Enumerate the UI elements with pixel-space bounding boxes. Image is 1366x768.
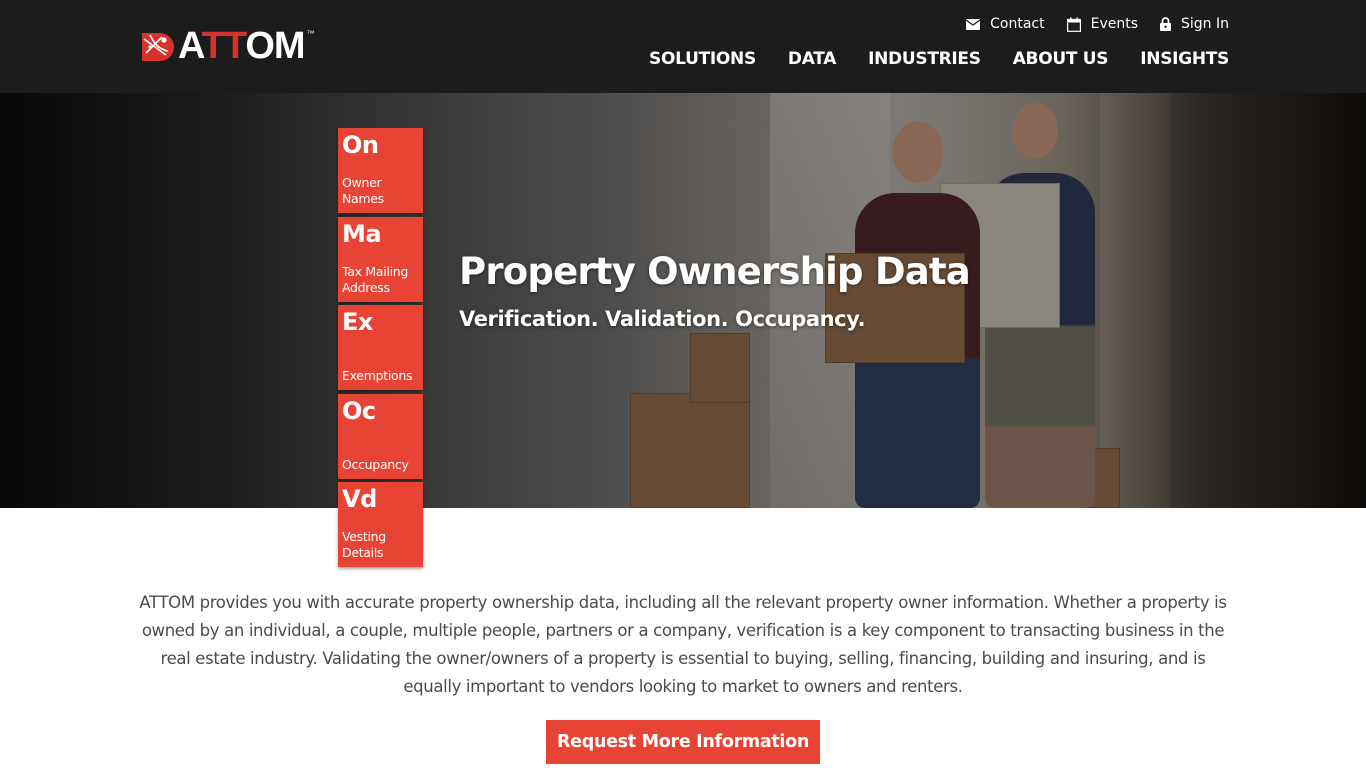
logo-wordmark: ATTOM <box>178 25 306 67</box>
tile-symbol: Vd <box>342 485 377 513</box>
nav-industries[interactable]: INDUSTRIES <box>868 49 981 69</box>
tile-label: Owner Names <box>342 175 384 206</box>
hero-subtitle: Verification. Validation. Occupancy. <box>459 307 866 331</box>
lock-icon <box>1160 17 1171 31</box>
logo-globe-icon <box>142 33 174 61</box>
main-nav: SOLUTIONS DATA INDUSTRIES ABOUT US INSIG… <box>617 49 1229 69</box>
nav-about-us[interactable]: ABOUT US <box>1013 49 1109 69</box>
utility-link-events[interactable]: Events <box>1066 16 1138 32</box>
utility-nav: Contact Events Sign In <box>944 16 1229 32</box>
envelope-icon <box>966 18 981 30</box>
tile-symbol: Ex <box>342 308 373 336</box>
tile-symbol: On <box>342 131 379 159</box>
attom-logo[interactable]: ATTOM ™ <box>140 27 315 65</box>
hero-banner: Property Ownership Data Verification. Va… <box>0 93 1366 508</box>
intro-paragraph: ATTOM provides you with accurate propert… <box>139 593 1227 696</box>
request-more-information-button[interactable]: Request More Information <box>546 720 820 764</box>
utility-link-sign-in[interactable]: Sign In <box>1160 16 1229 32</box>
tile-tax-mailing-address[interactable]: Ma Tax Mailing Address <box>338 216 423 302</box>
utility-link-label: Events <box>1090 16 1138 32</box>
nav-insights[interactable]: INSIGHTS <box>1140 49 1229 69</box>
utility-link-label: Contact <box>990 16 1045 32</box>
tile-owner-names[interactable]: On Owner Names <box>338 128 423 213</box>
tile-occupancy[interactable]: Oc Occupancy <box>338 393 423 479</box>
tile-label: Exemptions <box>342 368 413 383</box>
utility-link-contact[interactable]: Contact <box>966 16 1045 32</box>
hero-overlay <box>0 93 1366 508</box>
utility-link-label: Sign In <box>1181 16 1229 32</box>
trademark-symbol: ™ <box>306 28 315 38</box>
tile-exemptions[interactable]: Ex Exemptions <box>338 305 423 390</box>
site-header: ATTOM ™ Contact Events Sign In SOLUTIONS… <box>0 0 1366 93</box>
tile-label: Occupancy <box>342 456 409 472</box>
tile-label: Vesting Details <box>342 529 386 560</box>
calendar-icon <box>1066 17 1081 32</box>
nav-solutions[interactable]: SOLUTIONS <box>649 49 756 69</box>
tile-vesting-details[interactable]: Vd Vesting Details <box>338 482 423 567</box>
tile-symbol: Oc <box>342 396 376 425</box>
nav-data[interactable]: DATA <box>788 49 836 69</box>
tile-symbol: Ma <box>342 219 382 248</box>
data-element-tiles: On Owner Names Ma Tax Mailing Address Ex… <box>338 128 423 571</box>
hero-title: Property Ownership Data <box>459 250 971 293</box>
tile-label: Tax Mailing Address <box>342 263 409 295</box>
